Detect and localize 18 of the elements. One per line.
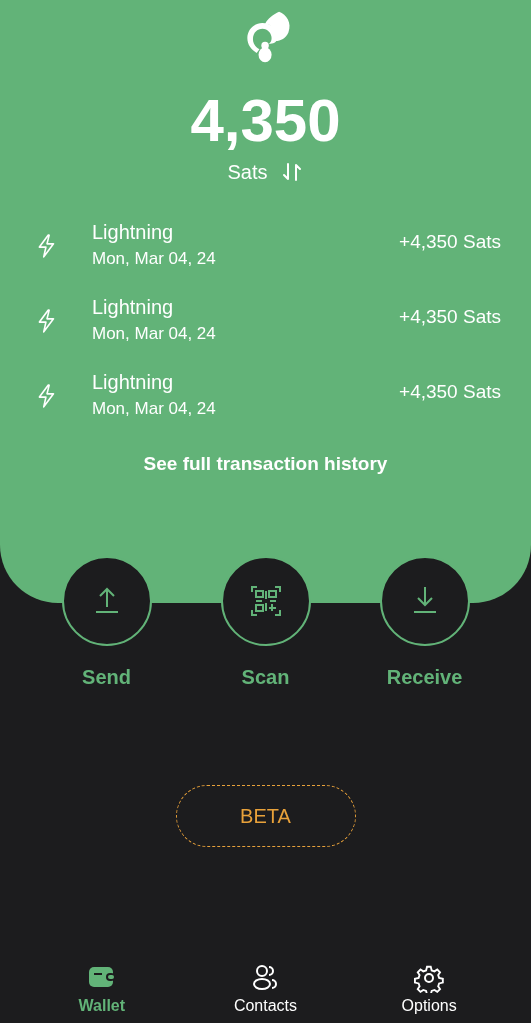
transaction-date: Mon, Mar 04, 24 [92, 397, 217, 420]
action-label: Receive [386, 666, 463, 689]
action-label: Scan [241, 666, 290, 689]
balance-amount: 4,350 [190, 86, 341, 156]
nav-tab[interactable]: Options [374, 963, 485, 1015]
transaction-title: Lightning [92, 219, 175, 245]
balance-unit: Sats [227, 160, 268, 184]
transaction-amount: +4,350 Sats [399, 380, 501, 403]
settings-icon [414, 963, 445, 993]
transaction-date: Mon, Mar 04, 24 [92, 247, 217, 270]
nav-tab[interactable]: Contacts [210, 963, 321, 1015]
action-label: Send [82, 666, 131, 689]
transaction-date: Mon, Mar 04, 24 [92, 322, 217, 345]
transaction-title: Lightning [92, 294, 175, 320]
nav-tab[interactable]: Wallet [46, 963, 157, 1015]
transaction-amount: +4,350 Sats [399, 305, 501, 328]
transaction-amount: +4,350 Sats [399, 230, 501, 253]
transaction-title: Lightning [92, 369, 175, 395]
